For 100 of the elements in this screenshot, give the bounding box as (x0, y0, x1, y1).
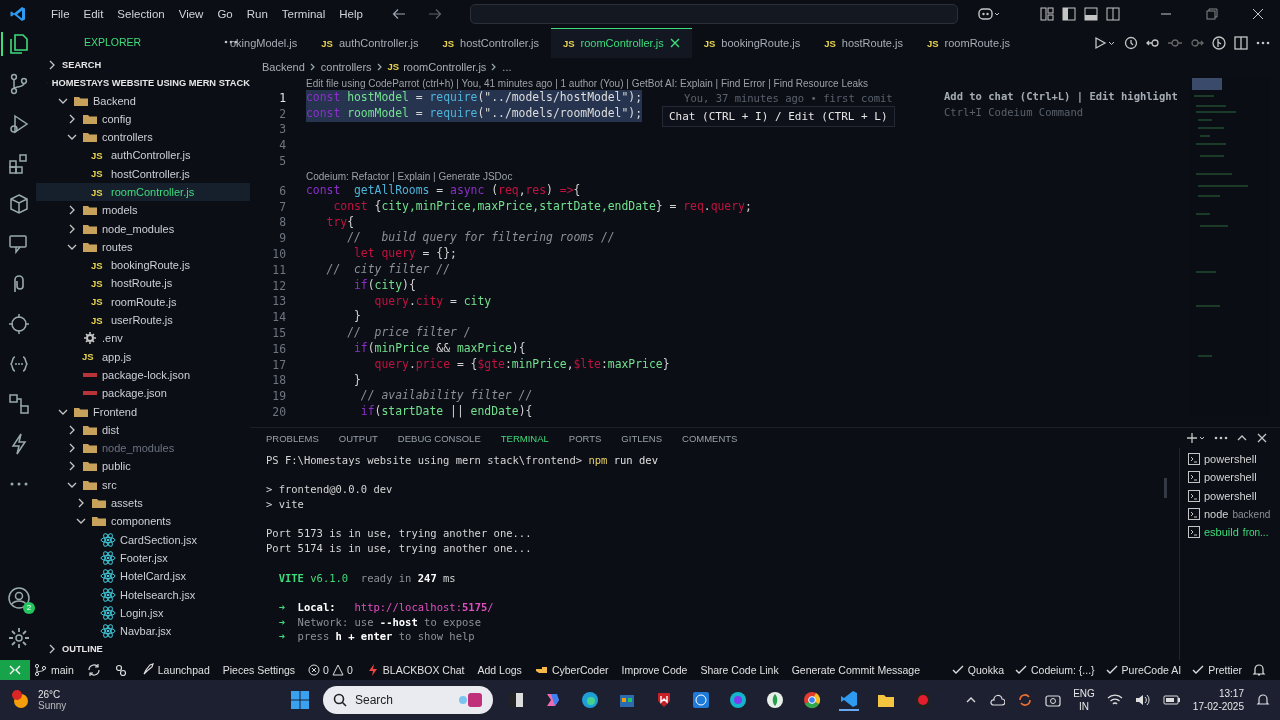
split-layout-icon[interactable] (1106, 7, 1120, 21)
diagram-icon[interactable] (7, 392, 31, 416)
remote-icon[interactable] (0, 660, 30, 680)
file-tree-item[interactable]: JS roomController.js (36, 182, 250, 202)
panel-tab[interactable]: OUTPUT (338, 429, 378, 447)
file-tree-item[interactable]: JS hostRoute.js (36, 274, 250, 293)
more-icon[interactable] (1214, 436, 1228, 440)
status-item[interactable]: Share Code Link (700, 664, 779, 676)
close-icon[interactable] (1256, 432, 1268, 444)
add-terminal-icon[interactable] (1186, 432, 1206, 444)
leaf-app-icon[interactable] (765, 690, 785, 710)
status-item[interactable]: 0 0 (308, 664, 353, 676)
file-tree-item[interactable]: components (36, 512, 250, 531)
file-tree-item[interactable]: node_modules (36, 439, 250, 458)
windows-start-icon[interactable] (290, 690, 310, 710)
status-item[interactable]: Launchpad (140, 663, 210, 677)
file-tree-item[interactable]: JS hostController.js (36, 164, 250, 183)
edge-browser-icon[interactable] (580, 690, 600, 710)
run-debug-icon[interactable] (7, 112, 31, 136)
battery-icon[interactable] (1162, 694, 1181, 706)
history-icon[interactable] (1124, 36, 1138, 50)
status-item[interactable]: Improve Code (621, 664, 688, 676)
taskbar-search-field[interactable]: Search (323, 686, 493, 714)
layout-icon[interactable] (1040, 7, 1054, 21)
breadcrumb[interactable]: ... (502, 61, 512, 73)
codelens-text[interactable]: Codeium: Refactor | Explain | Generate JSDoc (306, 170, 513, 183)
editor-tab[interactable]: JS roomRoute.js (914, 28, 1022, 58)
breadcrumb[interactable]: JS roomController.js (387, 61, 487, 73)
file-tree-item[interactable]: .env (36, 329, 250, 348)
file-tree-item[interactable]: assets (36, 493, 250, 513)
panel-tab[interactable]: COMMENTS (682, 429, 738, 447)
file-tree-item[interactable]: HotelCard.jsx (36, 567, 250, 586)
file-tree-item[interactable]: Hotelsearch.jsx (36, 585, 250, 604)
wifi-icon[interactable] (1106, 693, 1123, 707)
file-tree-item[interactable]: package.json (36, 384, 250, 403)
file-tree-item[interactable]: models (36, 201, 250, 220)
run-icon[interactable] (1094, 36, 1116, 50)
dell-app-icon[interactable] (691, 690, 711, 710)
menu-item[interactable]: Terminal (274, 5, 333, 23)
section-header[interactable]: OUTLINE (36, 640, 250, 658)
terminal-session[interactable]: esbuild fron... (1188, 523, 1280, 542)
editor-tab[interactable]: JS hostController.js (430, 28, 551, 58)
status-item[interactable]: Pieces Settings (222, 664, 296, 676)
restore-icon[interactable] (1206, 8, 1218, 20)
section-header[interactable]: HOMESTAYS WEBSITE USING MERN STACK (36, 73, 250, 92)
status-item[interactable]: Codeium: {...} (1014, 663, 1095, 677)
settings-icon[interactable] (7, 626, 31, 650)
file-tree-item[interactable]: Navbar.jsx (36, 622, 250, 641)
terminal-session[interactable]: powershell (1188, 468, 1280, 487)
camera-icon[interactable] (1045, 693, 1062, 707)
status-item[interactable]: Quokka (950, 663, 1004, 677)
menu-item[interactable]: Help (332, 5, 370, 23)
compare-icon[interactable] (1146, 36, 1160, 50)
file-tree-item[interactable]: Login.jsx (36, 603, 250, 622)
file-tree-item[interactable]: public (36, 457, 250, 476)
task-view-icon[interactable] (506, 690, 526, 710)
file-tree-item[interactable]: Frontend (36, 402, 250, 421)
file-tree-item[interactable]: src (36, 475, 250, 494)
file-tree-item[interactable]: controllers (36, 127, 250, 147)
terminal-session[interactable]: powershell (1188, 486, 1280, 505)
status-item[interactable] (113, 663, 128, 677)
editor-tab[interactable]: JS roomController.js (550, 28, 692, 58)
sidebar-toggle-icon[interactable] (1062, 7, 1076, 21)
volume-icon[interactable] (1134, 693, 1151, 707)
target-icon[interactable] (7, 312, 31, 336)
section-header[interactable]: SEARCH (36, 55, 250, 74)
file-tree-item[interactable]: JS app.js (36, 347, 250, 366)
status-item[interactable]: Prettier (1191, 663, 1242, 677)
split-editor-icon[interactable] (1234, 36, 1248, 50)
notification-icon[interactable] (1256, 693, 1270, 707)
breadcrumb[interactable]: controllers (320, 61, 372, 73)
clock[interactable]: 13:17 17-02-2025 (1192, 687, 1244, 713)
file-tree-item[interactable]: CardSection.jsx (36, 530, 250, 549)
commit-icon[interactable] (1168, 36, 1182, 50)
menu-item[interactable]: Selection (110, 5, 172, 23)
close-icon[interactable] (669, 38, 680, 48)
more-icon[interactable] (1256, 41, 1270, 45)
status-item[interactable] (86, 663, 101, 677)
file-tree-item[interactable]: JS roomRoute.js (36, 292, 250, 311)
file-tree-item[interactable]: JS bookingRoute.js (36, 256, 250, 275)
file-tree-item[interactable]: JS authController.js (36, 146, 250, 165)
file-tree-item[interactable]: dist (36, 420, 250, 439)
editor-tab[interactable]: JS hostRoute.js (812, 28, 915, 58)
status-item[interactable]: CyberCoder (534, 663, 609, 677)
menu-item[interactable]: View (171, 5, 211, 23)
account-icon[interactable] (7, 586, 31, 610)
file-tree-item[interactable]: routes (36, 237, 250, 257)
record-app-icon[interactable] (913, 690, 933, 710)
sync-app-icon[interactable] (1017, 692, 1034, 708)
menu-item[interactable]: Run (239, 5, 275, 23)
file-tree-item[interactable]: Footer.jsx (36, 548, 250, 568)
file-tree-item[interactable]: node_modules (36, 219, 250, 238)
close-icon[interactable] (1252, 8, 1264, 20)
copilot-icon[interactable] (977, 7, 1000, 21)
editor-tab[interactable]: JS bookingRoute.js (691, 28, 813, 58)
file-tree-item[interactable]: JS userRoute.js (36, 310, 250, 330)
package-box-icon[interactable] (7, 192, 31, 216)
panel-tab[interactable]: TERMINAL (500, 429, 549, 447)
language-indicator[interactable]: ENG IN (1073, 687, 1095, 713)
status-item[interactable] (1252, 663, 1266, 677)
